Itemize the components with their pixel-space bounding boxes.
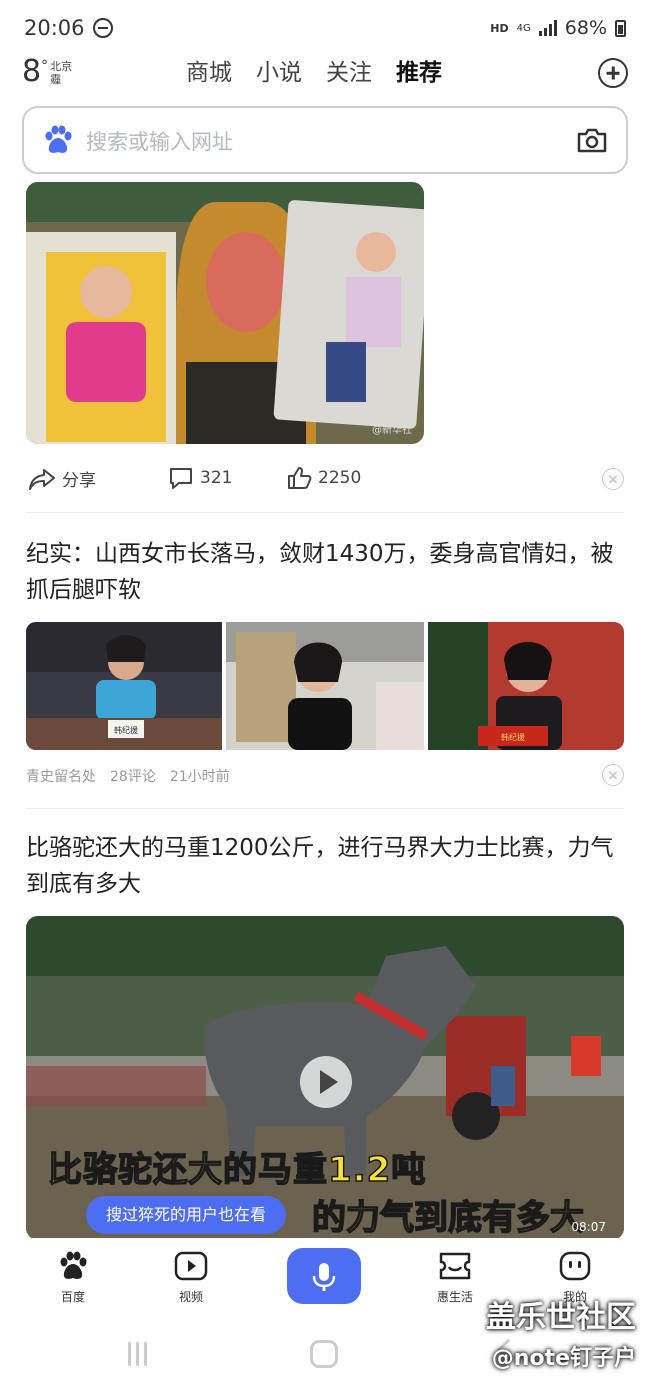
tab-follow[interactable]: 关注 [326,58,372,88]
related-watch-pill[interactable]: 搜过猝死的用户也在看 [86,1196,287,1234]
network-type: 4G [516,22,531,34]
photo-tag: @新华社 [372,425,412,436]
weather-widget[interactable]: 8 ° 北京 霾 [22,56,72,88]
feed-image-photo[interactable]: @新华社 [26,182,424,444]
baidu-paw-icon [45,125,72,153]
do-not-disturb-icon [92,18,113,38]
top-nav: 8 ° 北京 霾 商城 小说 关注 推荐 [0,52,650,96]
signal-icon [538,20,557,36]
profile-face-icon [559,1251,591,1281]
mourning-woman-photo [26,182,424,444]
status-bar: 20:06 HD 4G 68% [0,0,650,56]
video-headline[interactable]: 比骆驼还大的马重1200公斤，进行马界大力士比赛，力气到底有多大 [26,830,626,902]
weather-condition: 霾 [50,73,62,86]
camera-icon[interactable] [576,126,608,154]
video-thumbnail[interactable]: 比骆驼还大的马重1.2吨 的力气到底有多大 08:07 [26,916,624,1238]
share-button[interactable]: 分享 [28,466,96,491]
play-icon[interactable] [300,1056,352,1108]
article-thumb-1[interactable]: 韩纪援 [26,622,222,750]
official-speech-photo-3: 韩纪援 [428,622,624,750]
watermark-community: 盖乐世社区 [486,1300,636,1335]
video-duration: 08:07 [571,1220,606,1234]
battery-percent: 68% [564,17,607,39]
nameplate-text-1: 韩纪援 [114,725,138,735]
hd-indicator: HD [490,21,509,35]
recent-apps-icon[interactable] [128,1342,147,1366]
comment-icon [170,468,192,489]
article-thumb-3[interactable]: 韩纪援 [428,622,624,750]
like-button[interactable]: 2250 [286,466,361,490]
video-overlay-subtitle: 的力气到底有多大 [311,1197,585,1238]
weather-city: 北京 霾 [50,60,72,86]
video-play-icon [174,1251,208,1281]
nameplate-text-2: 韩纪援 [501,732,525,742]
search-input[interactable]: 搜索或输入网址 [86,126,233,156]
nav-label-life: 惠生活 [436,1290,473,1304]
article-thumb-2[interactable] [226,622,424,750]
tab-novel[interactable]: 小说 [256,58,302,88]
baidu-paw-icon [60,1251,87,1279]
like-count: 2250 [318,468,362,488]
voice-search-button[interactable] [287,1248,361,1304]
city-name: 北京 [50,60,73,73]
ticket-icon [439,1252,471,1280]
tab-mall[interactable]: 商城 [186,58,232,88]
news-feed[interactable]: @新华社 分享 321 2250 纪实：山西女市长落马，敛财1430万，委身高官… [0,180,650,1238]
article-source: 青史留名处 [26,769,96,785]
nav-video[interactable]: 视频 [156,1250,226,1305]
dismiss-icon[interactable] [602,764,624,786]
temperature: 8 [22,54,42,89]
nav-label-video: 视频 [178,1290,203,1304]
video-overlay-title: 比骆驼还大的马重1.2吨 [47,1149,427,1191]
search-bar[interactable]: 搜索或输入网址 [22,106,628,174]
nav-baidu[interactable]: 百度 [38,1250,108,1305]
status-left: 20:06 [24,16,113,40]
home-icon[interactable] [310,1340,338,1368]
article-comments: 28评论 [110,769,156,785]
microphone-icon [312,1263,336,1291]
add-icon[interactable] [598,58,628,88]
comment-count: 321 [200,468,233,488]
battery-icon [615,19,626,37]
nav-life[interactable]: 惠生活 [420,1250,490,1305]
degree-symbol: ° [41,58,49,74]
share-icon [29,468,55,490]
official-meeting-photo-1: 韩纪援 [26,622,222,750]
tab-recommend[interactable]: 推荐 [396,58,442,88]
comment-button[interactable]: 321 [168,466,232,490]
top-tabs: 商城 小说 关注 推荐 [186,58,442,88]
article-meta: 青史留名处 28评论 21小时前 [26,766,230,786]
divider [26,808,624,809]
status-right: HD 4G 68% [490,17,626,39]
official-portrait-photo-2 [226,622,424,750]
divider [26,512,624,513]
share-label: 分享 [62,471,96,491]
clock: 20:06 [24,16,85,40]
article-time: 21小时前 [169,769,230,785]
watermark-user: @note钉子户 [491,1346,636,1371]
dismiss-icon[interactable] [602,468,624,490]
thumbs-up-icon [288,467,312,489]
nav-label-baidu: 百度 [60,1290,85,1304]
article-headline[interactable]: 纪实：山西女市长落马，敛财1430万，委身高官情妇，被抓后腿吓软 [26,536,626,608]
